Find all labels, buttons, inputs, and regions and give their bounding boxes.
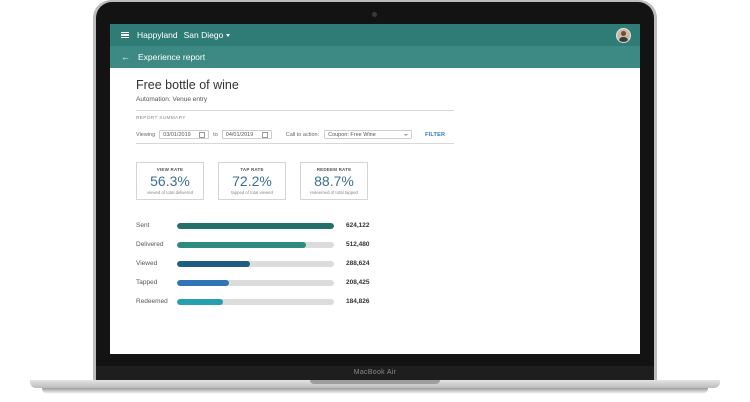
funnel-bar [177, 298, 224, 305]
section-label: REPORT SUMMARY [136, 116, 186, 121]
page-title: Experience report [138, 52, 206, 62]
stat-value: 56.3% [150, 173, 190, 189]
end-date-value: 04/01/2019 [225, 131, 254, 138]
app-screen: Happyland San Diego ← Experience report … [110, 24, 640, 354]
stat-label: VIEW RATE [156, 167, 184, 172]
stat-card-view-rate: VIEW RATE 56.3% viewed of total delivere… [136, 162, 204, 200]
funnel-value: 208,425 [346, 279, 370, 286]
menu-icon[interactable] [121, 31, 129, 39]
funnel-label: Delivered [136, 241, 164, 248]
funnel-value: 624,122 [346, 222, 370, 229]
report-title: Free bottle of wine [136, 78, 239, 92]
laptop-shadow [42, 388, 708, 394]
stat-caption: viewed of total delivered [146, 190, 194, 195]
funnel-track [177, 241, 334, 248]
cta-select[interactable]: Coupon: Free Wine [324, 130, 413, 139]
funnel-label: Redeemed [136, 298, 168, 305]
stat-caption: redeemed of total tapped [310, 190, 358, 195]
location-label: San Diego [183, 30, 224, 40]
funnel-bar [177, 260, 250, 267]
laptop-notch [310, 380, 440, 384]
divider [136, 110, 454, 111]
app-bar: Happyland San Diego [110, 24, 640, 46]
stat-card-redeem-rate: REDEEM RATE 88.7% redeemed of total tapp… [300, 162, 368, 200]
caret-down-icon [226, 33, 231, 37]
laptop-model-label: MacBook Air [353, 369, 397, 376]
funnel-row-sent: Sent 624,122 [136, 216, 640, 235]
funnel-row-viewed: Viewed 288,624 [136, 254, 640, 273]
stat-label: TAP RATE [240, 167, 264, 172]
funnel-value: 512,480 [346, 241, 370, 248]
brand-name: Happyland [137, 30, 178, 40]
end-date-field[interactable]: 04/01/2019 [221, 130, 272, 139]
calendar-icon [199, 131, 206, 138]
funnel-row-delivered: Delivered 512,480 [136, 235, 640, 254]
funnel-value: 184,826 [346, 298, 370, 305]
filter-bar: Viewing 03/01/2019 to 04/01/2019 Call to… [136, 130, 640, 139]
funnel-bar [177, 241, 306, 248]
divider [136, 143, 454, 144]
chevron-down-icon [404, 133, 409, 136]
viewing-label: Viewing [136, 131, 156, 138]
funnel-label: Sent [136, 222, 150, 229]
funnel-label: Viewed [136, 260, 158, 267]
funnel-row-redeemed: Redeemed 184,826 [136, 292, 640, 311]
funnel-track [177, 298, 334, 305]
funnel-row-tapped: Tapped 208,425 [136, 273, 640, 292]
to-label: to [213, 131, 218, 138]
back-arrow-icon[interactable]: ← [121, 52, 130, 62]
funnel-track [177, 260, 334, 267]
funnel-track [177, 222, 334, 229]
stat-value: 88.7% [314, 173, 354, 189]
sub-header: ← Experience report [110, 46, 640, 68]
location-selector[interactable]: San Diego [184, 30, 231, 40]
camera-icon [372, 12, 377, 17]
funnel-label: Tapped [136, 279, 158, 286]
calendar-icon [261, 131, 268, 138]
funnel-bar [177, 279, 230, 286]
stat-cards: VIEW RATE 56.3% viewed of total delivere… [136, 162, 640, 200]
automation-label: Automation: Venue entry [136, 96, 208, 103]
start-date-field[interactable]: 03/01/2019 [159, 130, 210, 139]
filter-button[interactable]: FILTER [425, 132, 445, 138]
user-avatar[interactable] [616, 28, 631, 43]
start-date-value: 03/01/2019 [163, 131, 191, 138]
stat-caption: tapped of total viewed [231, 190, 273, 195]
cta-label: Call to action: [285, 131, 320, 138]
funnel-bar [177, 222, 334, 229]
funnel-track [177, 279, 334, 286]
stat-label: REDEEM RATE [316, 167, 352, 172]
funnel-bars: Sent 624,122 Delivered 512,480 Viewed 28… [136, 216, 640, 311]
stat-card-tap-rate: TAP RATE 72.2% tapped of total viewed [218, 162, 286, 200]
report-content: Free bottle of wine Automation: Venue en… [110, 78, 640, 311]
funnel-value: 288,624 [346, 260, 370, 267]
cta-select-value: Coupon: Free Wine [328, 131, 376, 138]
stat-value: 72.2% [232, 173, 272, 189]
